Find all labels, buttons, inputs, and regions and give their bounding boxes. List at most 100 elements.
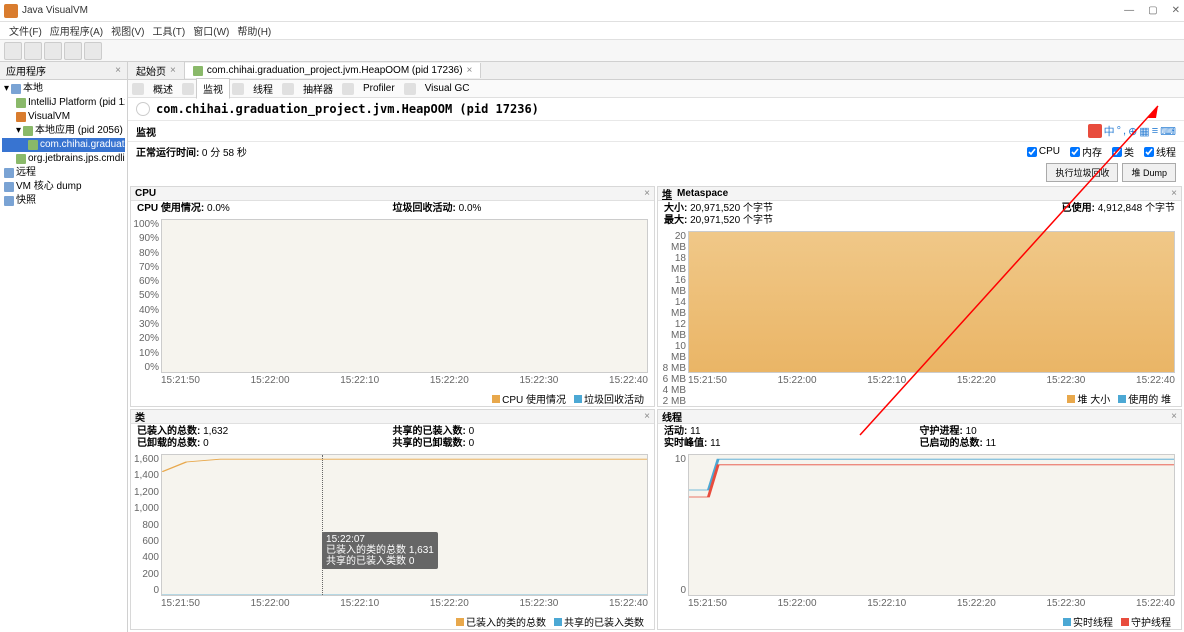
menu-file[interactable]: 文件(F) xyxy=(6,23,45,38)
classes-legend-shared: 共享的已装入类数 xyxy=(564,614,644,629)
cpu-legend-usage: CPU 使用情况 xyxy=(502,391,566,406)
editor-tabs: 起始页× com.chihai.graduation_project.jvm.H… xyxy=(128,62,1184,80)
uptime-value: 0 分 58 秒 xyxy=(202,144,247,159)
tree-item[interactable]: org.jetbrains.jps.cmdline.Launcher… xyxy=(2,152,125,166)
subtab-threads[interactable]: 线程 xyxy=(246,78,280,99)
sidebar-tab[interactable]: 应用程序 × xyxy=(0,62,127,80)
panel-close-icon[interactable]: × xyxy=(1171,188,1177,199)
classes-loaded: 1,632 xyxy=(203,426,228,437)
cpu-chart: 100%90%80%70%60%50%40%30%20%10%0% 15:21:… xyxy=(161,219,648,387)
process-header: com.chihai.graduation_project.jvm.HeapOO… xyxy=(128,98,1184,121)
heap-legend-size: 堆 大小 xyxy=(1077,391,1110,406)
content-area: 起始页× com.chihai.graduation_project.jvm.H… xyxy=(128,62,1184,632)
check-cpu[interactable]: CPU xyxy=(1027,144,1060,159)
subtab-visualgc[interactable]: Visual GC xyxy=(418,80,477,97)
menubar: 文件(F) 应用程序(A) 视图(V) 工具(T) 窗口(W) 帮助(H) xyxy=(0,22,1184,40)
classes-legend-loaded: 已装入的类的总数 xyxy=(466,614,546,629)
threads-title: 线程 xyxy=(662,409,682,424)
threads-live: 11 xyxy=(690,426,700,437)
toolbar-btn-5[interactable] xyxy=(84,42,102,60)
heap-used-label: 已使用: xyxy=(1062,203,1095,214)
menu-apps[interactable]: 应用程序(A) xyxy=(47,23,106,38)
monitor-section-label: 监视 xyxy=(136,124,156,139)
panel-close-icon[interactable]: × xyxy=(644,411,650,422)
tree-item-selected[interactable]: com.chihai.graduation_project.jvm… xyxy=(2,138,125,152)
minimize-button[interactable]: — xyxy=(1124,5,1134,16)
panel-close-icon[interactable]: × xyxy=(644,188,650,199)
heapdump-button[interactable]: 堆 Dump xyxy=(1122,163,1176,182)
subtab-profiler[interactable]: Profiler xyxy=(356,80,402,97)
cpu-usage: 0.0% xyxy=(207,203,230,214)
subtab-sampler[interactable]: 抽样器 xyxy=(296,78,340,99)
tree-coredump[interactable]: VM 核心 dump xyxy=(2,180,125,194)
classes-unloaded: 0 xyxy=(203,438,209,449)
toolbar-btn-4[interactable] xyxy=(64,42,82,60)
uptime-label: 正常运行时间: xyxy=(136,144,199,159)
ime-char: 中 xyxy=(1104,123,1115,139)
heap-title[interactable]: 堆 xyxy=(662,186,672,201)
toolbar-btn-2[interactable] xyxy=(24,42,42,60)
cpu-gc-label: 垃圾回收活动: xyxy=(393,203,456,214)
check-mem[interactable]: 内存 xyxy=(1070,144,1102,159)
process-title: com.chihai.graduation_project.jvm.HeapOO… xyxy=(156,102,539,116)
sidebar-tab-label: 应用程序 xyxy=(6,63,46,78)
tab-close-icon[interactable]: × xyxy=(170,65,176,76)
refresh-icon[interactable] xyxy=(136,102,150,116)
app-icon xyxy=(4,4,18,18)
toolbar-btn-1[interactable] xyxy=(4,42,22,60)
threads-legend-daemon: 守护线程 xyxy=(1131,614,1171,629)
subtab-icon xyxy=(182,83,194,95)
subtab-icon xyxy=(232,83,244,95)
menu-help[interactable]: 帮助(H) xyxy=(234,23,274,38)
cpu-panel: CPU× CPU 使用情况: 0.0% 垃圾回收活动: 0.0% 100%90%… xyxy=(130,186,655,407)
menu-view[interactable]: 视图(V) xyxy=(108,23,147,38)
panel-close-icon[interactable]: × xyxy=(1171,411,1177,422)
app-tree: ▾本地 IntelliJ Platform (pid 12880) Visual… xyxy=(0,80,127,210)
window-titlebar: Java VisualVM — ▢ ✕ xyxy=(0,0,1184,22)
heap-panel: 堆 Metaspace× 大小: 20,971,520 个字节最大: 20,97… xyxy=(657,186,1182,407)
classes-panel: 类× 已装入的总数: 1,632已卸载的总数: 0 共享的已装入数: 0共享的已… xyxy=(130,409,655,630)
sidebar: 应用程序 × ▾本地 IntelliJ Platform (pid 12880)… xyxy=(0,62,128,632)
threads-chart: 100 15:21:5015:22:0015:22:1015:22:2015:2… xyxy=(688,454,1175,610)
heap-size-label: 大小: xyxy=(664,203,687,214)
heap-used: 4,912,848 个字节 xyxy=(1098,203,1175,214)
tree-item[interactable]: IntelliJ Platform (pid 12880) xyxy=(2,96,125,110)
tab-process[interactable]: com.chihai.graduation_project.jvm.HeapOO… xyxy=(185,63,482,78)
tree-snapshot[interactable]: 快照 xyxy=(2,194,125,208)
tree-item[interactable]: VisualVM xyxy=(2,110,125,124)
heap-chart: 20 MB18 MB16 MB14 MB12 MB10 MB8 MB6 MB4 … xyxy=(688,231,1175,387)
cpu-legend-gc: 垃圾回收活动 xyxy=(584,391,644,406)
heap-metaspace-tab[interactable]: Metaspace xyxy=(677,188,728,199)
threads-started: 11 xyxy=(986,438,996,449)
maximize-button[interactable]: ▢ xyxy=(1148,5,1157,16)
threads-peak: 11 xyxy=(710,438,720,449)
threads-legend-live: 实时线程 xyxy=(1073,614,1113,629)
heap-size: 20,971,520 个字节 xyxy=(690,203,773,214)
process-subtabs: 概述 监视 线程 抽样器 Profiler Visual GC xyxy=(128,80,1184,98)
menu-tools[interactable]: 工具(T) xyxy=(149,23,188,38)
ime-indicator: 中 °,⊕▦≡⌨ xyxy=(1088,123,1176,139)
subtab-icon xyxy=(282,83,294,95)
tab-close-icon[interactable]: × xyxy=(467,65,473,76)
subtab-monitor[interactable]: 监视 xyxy=(196,78,230,99)
chart-crosshair xyxy=(322,455,323,595)
check-thr[interactable]: 线程 xyxy=(1144,144,1176,159)
cpu-gc: 0.0% xyxy=(459,203,482,214)
threads-panel: 线程× 活动: 11实时峰值: 11 守护进程: 10已启动的总数: 11 10… xyxy=(657,409,1182,630)
sidebar-close-icon[interactable]: × xyxy=(115,65,121,76)
heap-legend-used: 使用的 堆 xyxy=(1128,391,1171,406)
menu-window[interactable]: 窗口(W) xyxy=(190,23,232,38)
toolbar-btn-3[interactable] xyxy=(44,42,62,60)
window-title: Java VisualVM xyxy=(22,5,1124,16)
subtab-icon xyxy=(404,83,416,95)
gc-button[interactable]: 执行垃圾回收 xyxy=(1046,163,1118,182)
heap-max: 20,971,520 个字节 xyxy=(690,215,773,226)
tree-local[interactable]: ▾本地 xyxy=(2,82,125,96)
check-cls[interactable]: 类 xyxy=(1112,144,1134,159)
close-button[interactable]: ✕ xyxy=(1172,5,1180,16)
tree-item[interactable]: ▾本地应用 (pid 2056) xyxy=(2,124,125,138)
subtab-overview[interactable]: 概述 xyxy=(146,78,180,99)
tree-remote[interactable]: 远程 xyxy=(2,166,125,180)
subtab-icon xyxy=(132,83,144,95)
chart-tooltip: 15:22:07 已装入的类的总数 1,631 共享的已装入类数 0 xyxy=(322,532,438,569)
